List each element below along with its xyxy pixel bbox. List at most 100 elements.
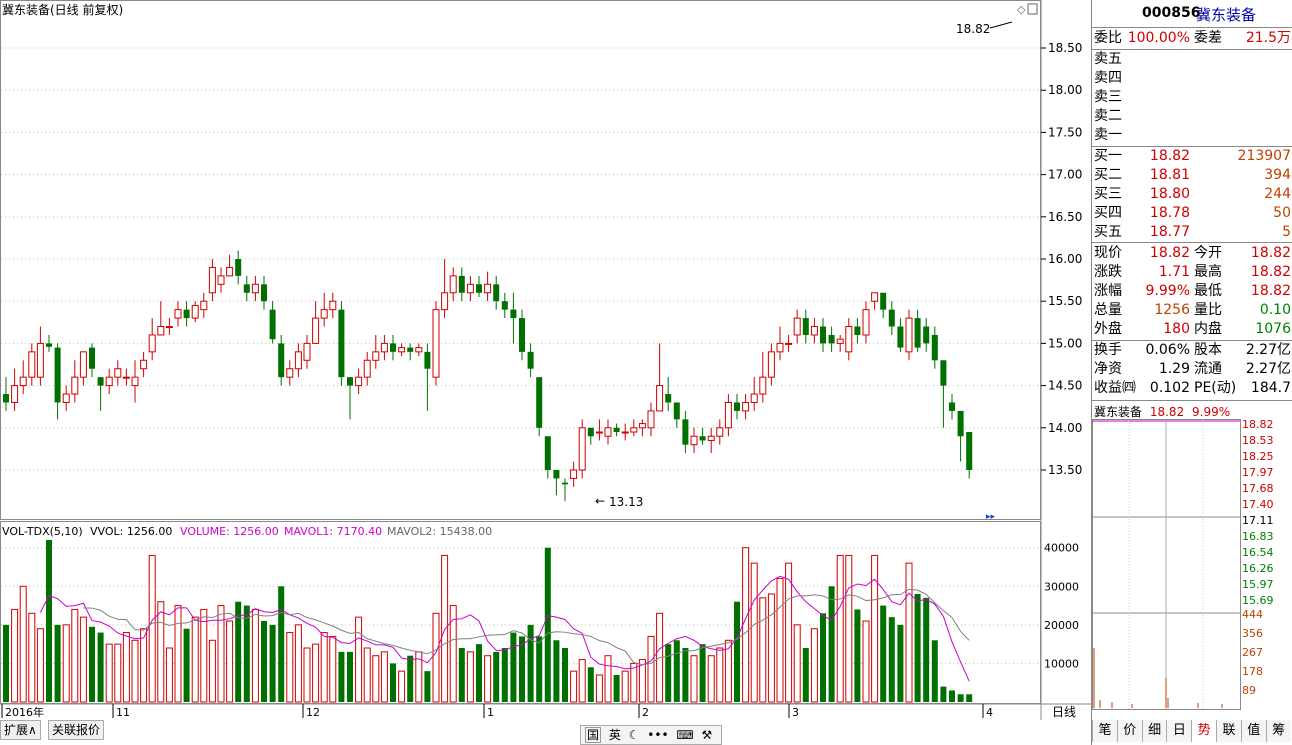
candle-body xyxy=(122,376,130,379)
candle-body xyxy=(165,326,173,329)
volume-bar xyxy=(208,639,216,703)
sell-level-row: 卖四 xyxy=(1094,70,1122,86)
volume-bar xyxy=(200,608,208,703)
mini-volume-label: 89 xyxy=(1242,684,1256,697)
mini-price-label: 18.53 xyxy=(1242,434,1274,447)
volume-bar xyxy=(966,694,973,702)
sidebar-tab[interactable]: 筹 xyxy=(1265,720,1291,742)
volume-bar xyxy=(854,609,861,702)
candle-body xyxy=(673,402,680,420)
expand-button[interactable]: 扩展∧ xyxy=(0,720,41,740)
candle-body xyxy=(294,351,302,370)
candle-body xyxy=(303,342,311,361)
candle-body xyxy=(553,470,560,479)
candle-body xyxy=(767,351,775,378)
volume-bar xyxy=(880,605,887,702)
candle-body xyxy=(776,342,784,353)
candle-body xyxy=(89,347,95,369)
dots-icon[interactable]: ••• xyxy=(647,728,668,742)
price-tick-label: 18.50 xyxy=(1048,41,1082,55)
volume-bar xyxy=(716,647,724,703)
volume-bar xyxy=(131,639,139,703)
sidebar-tab[interactable]: 笔 xyxy=(1092,720,1117,742)
volume-bar xyxy=(742,547,750,703)
moon-icon[interactable]: ☾ xyxy=(629,728,640,742)
price-tick-label: 15.00 xyxy=(1048,336,1082,350)
candle-body xyxy=(724,401,732,429)
sidebar-tab[interactable]: 值 xyxy=(1240,720,1266,742)
keyboard-icon[interactable]: ⌨ xyxy=(676,728,693,742)
buy-level-row: 买四 18.78 50 xyxy=(1094,205,1291,221)
candle-body xyxy=(665,394,672,403)
price-tick-label: 14.00 xyxy=(1048,421,1082,435)
mini-price-label: 17.97 xyxy=(1242,466,1274,479)
volume-bar xyxy=(320,632,328,703)
volume-bar xyxy=(587,667,594,702)
candle-body xyxy=(19,376,27,387)
volume-bar xyxy=(191,616,199,703)
finance-row: 收益㈣ 0.102 PE(动) 184.7 xyxy=(1094,380,1291,396)
mini-intraday-chart[interactable]: 18.82 18.53 18.25 17.97 17.68 17.40 17.11 16.83… xyxy=(1092,418,1292,718)
volume-bar xyxy=(36,628,44,703)
candle-body xyxy=(432,309,440,378)
volume-tick-label: 10000 xyxy=(1044,657,1079,670)
chart-title: 冀东装备(日线 前复权) xyxy=(2,2,123,17)
volume-bar xyxy=(407,655,414,702)
volume-bar xyxy=(750,562,758,703)
volume-bar xyxy=(888,617,895,702)
candle-body xyxy=(54,347,61,403)
candle-body xyxy=(46,343,52,347)
time-tick-label: 1 xyxy=(487,706,494,719)
ime-mode-icon[interactable]: 国 xyxy=(585,727,602,743)
volume-bar xyxy=(578,659,586,703)
sidebar-tab[interactable]: 联 xyxy=(1216,720,1241,742)
volume-bar xyxy=(553,640,560,702)
sidebar-tab[interactable]: 日 xyxy=(1166,720,1192,742)
candle-body xyxy=(312,317,320,344)
vol-indicator[interactable]: VOL-TDX(5,10) xyxy=(2,525,83,538)
time-tick-label: 2016年 xyxy=(5,705,44,719)
grid-lines xyxy=(1,47,1040,664)
volume-bar xyxy=(630,662,638,703)
quote-sidebar: 000856 冀东装备 委比 100.00% 委差 21.5万 卖五 卖四 卖三 卖二… xyxy=(1091,0,1292,745)
candle-body xyxy=(519,318,525,352)
price-tick-label: 17.00 xyxy=(1048,168,1082,182)
price-tick-label: 16.50 xyxy=(1048,210,1082,224)
volume-bar xyxy=(871,554,879,703)
volume-bar xyxy=(570,670,578,703)
volume-bar xyxy=(390,663,396,702)
volume-bar xyxy=(303,647,311,703)
weibi-row: 委比 100.00% 委差 21.5万 xyxy=(1094,30,1291,46)
volume-bar xyxy=(3,624,9,702)
candle-body xyxy=(269,309,276,340)
volume-bar xyxy=(957,694,964,702)
candle-body xyxy=(243,284,250,293)
volume-bar xyxy=(682,648,689,702)
volume-bar xyxy=(699,644,706,702)
wrench-icon[interactable]: ⚒ xyxy=(702,728,713,742)
ime-lang-label[interactable]: 英 xyxy=(609,728,621,742)
period-label[interactable]: 日线 xyxy=(1052,705,1076,719)
candle-body xyxy=(407,347,414,352)
maximize-icon[interactable] xyxy=(1027,3,1038,15)
high-annotation: 18.82 xyxy=(956,22,990,36)
candle-body xyxy=(862,309,870,336)
ime-toolbar[interactable]: 国 英 ☾ ••• ⌨ ⚒ xyxy=(580,725,722,745)
sidebar-tab[interactable]: 势 xyxy=(1191,720,1217,742)
candle-body xyxy=(398,347,406,353)
volume-bar xyxy=(278,586,285,702)
volume-bar xyxy=(251,608,259,703)
scroll-right-icon[interactable]: ▸▸ xyxy=(986,512,996,522)
related-quotes-button[interactable]: 关联报价 xyxy=(48,720,105,740)
candle-body xyxy=(793,317,801,336)
volume-bar xyxy=(62,624,70,703)
sidebar-tab[interactable]: 细 xyxy=(1141,720,1167,742)
candle-body xyxy=(466,283,474,294)
candle-body xyxy=(424,351,431,369)
candle-body xyxy=(647,410,655,429)
price-tick-label: 14.50 xyxy=(1048,379,1082,393)
volume-bar xyxy=(949,690,955,702)
window-toggle-icon[interactable]: ◇ xyxy=(1017,3,1026,16)
kline-chart[interactable]: 18.50 18.00 17.50 17.00 16.50 16.00 15.50 15.00… xyxy=(0,0,1091,720)
sidebar-tab[interactable]: 价 xyxy=(1116,720,1142,742)
